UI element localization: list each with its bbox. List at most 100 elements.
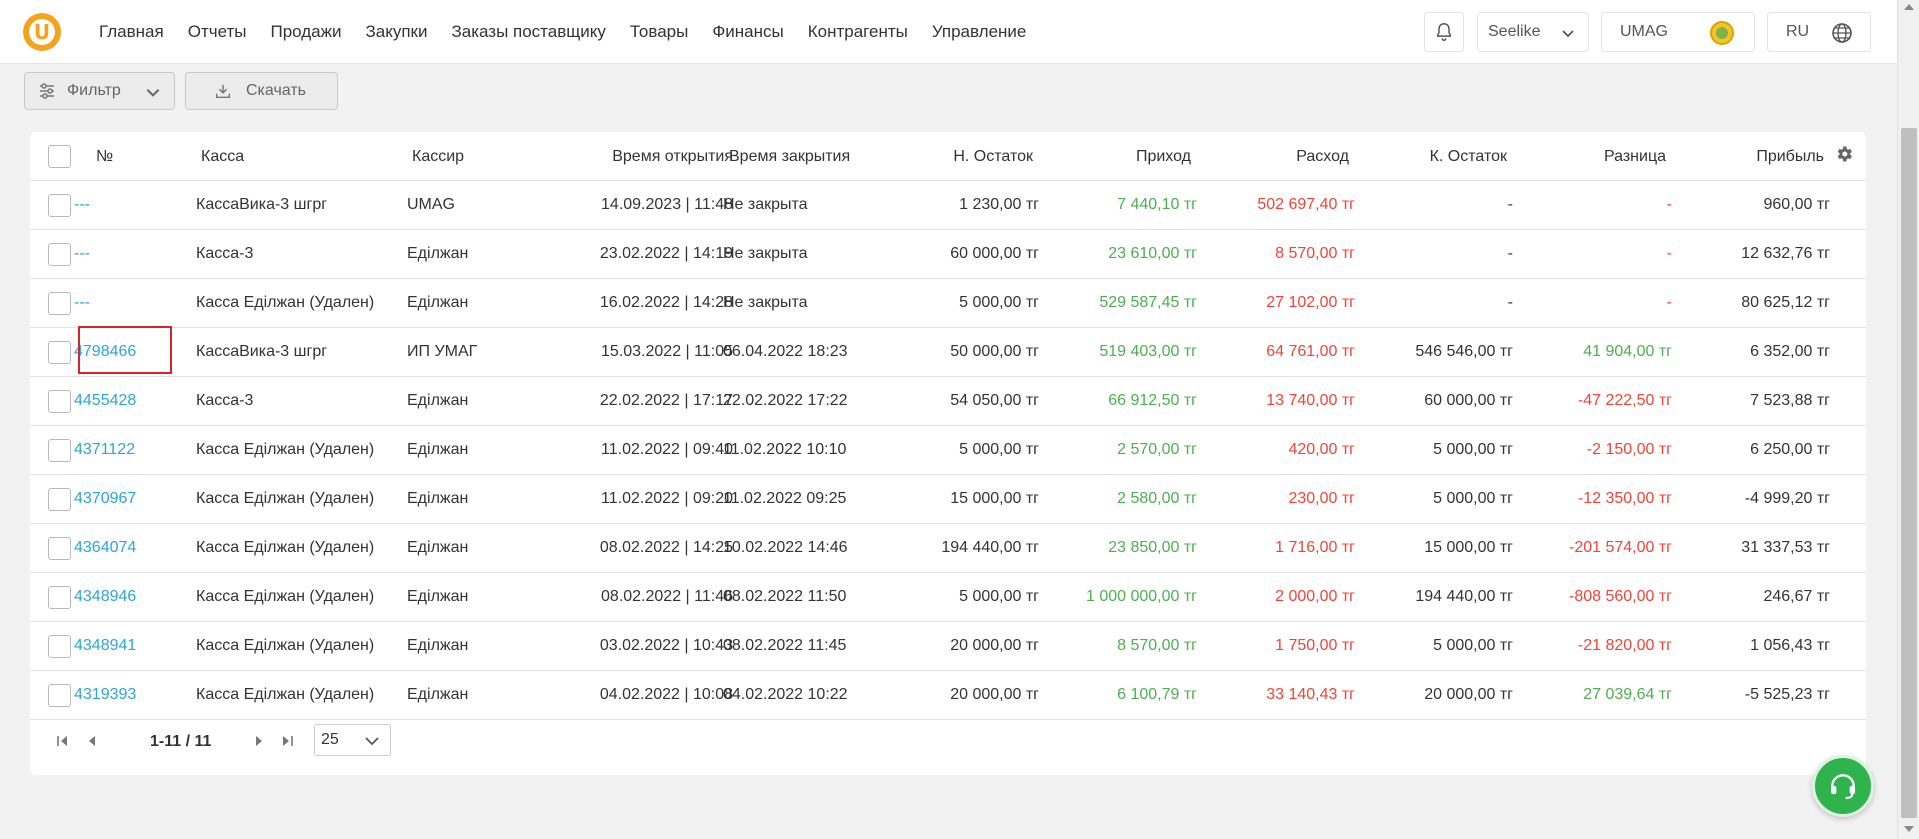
- cell-kassa: Касса Еділжан (Удален): [196, 294, 375, 311]
- row-checkbox[interactable]: [48, 194, 71, 217]
- table-header: № Касса Кассир Время открытия Время закр…: [30, 132, 1866, 181]
- col-header-start-balance[interactable]: Н. Остаток: [880, 132, 1033, 181]
- page-scrollbar[interactable]: [1897, 0, 1919, 839]
- row-checkbox[interactable]: [48, 439, 71, 462]
- nav-item-supplier-orders[interactable]: Заказы поставщику: [451, 22, 605, 42]
- cell-num[interactable]: 4319393: [74, 671, 136, 719]
- headset-icon: [1831, 774, 1855, 800]
- cell-close-time: 10.02.2022 14:46: [723, 539, 848, 556]
- table-row[interactable]: 4371122 Касса Еділжан (Удален) Еділжан 11.0…: [30, 426, 1866, 475]
- last-page-icon[interactable]: [280, 734, 294, 748]
- table-row[interactable]: --- Касса Еділжан (Удален) Еділжан 16.02.20…: [30, 279, 1866, 328]
- cell-end-balance: 5 000,00 тг: [1433, 490, 1513, 507]
- nav-item-management[interactable]: Управление: [932, 22, 1027, 42]
- cell-num[interactable]: ---: [74, 181, 90, 229]
- download-button[interactable]: Скачать: [185, 72, 338, 110]
- row-checkbox[interactable]: [48, 537, 71, 560]
- table-row[interactable]: 4364074 Касса Еділжан (Удален) Еділжан 08.0…: [30, 524, 1866, 573]
- col-header-cashier[interactable]: Кассир: [412, 132, 464, 181]
- table-row[interactable]: 4348941 Касса Еділжан (Удален) Еділжан 03.0…: [30, 622, 1866, 671]
- cell-income: 7 440,10 тг: [1117, 196, 1197, 213]
- nav-item-sales[interactable]: Продажи: [270, 22, 341, 42]
- col-header-num[interactable]: №: [96, 132, 113, 181]
- filter-button[interactable]: Фильтр: [24, 72, 175, 110]
- logo-u-icon: U: [29, 19, 55, 45]
- prev-page-icon[interactable]: [85, 734, 99, 748]
- cell-start-balance: 194 440,00 тг: [941, 539, 1039, 556]
- select-all-checkbox[interactable]: [48, 145, 71, 168]
- notifications-button[interactable]: [1424, 12, 1464, 52]
- cell-num[interactable]: 4370967: [74, 475, 136, 523]
- cell-income: 23 850,00 тг: [1108, 539, 1197, 556]
- table-row[interactable]: --- КассаВика-3 шгрг UMAG 14.09.2023 | 11:4…: [30, 181, 1866, 230]
- support-chat-button[interactable]: [1812, 755, 1874, 817]
- table-row[interactable]: 4319393 Касса Еділжан (Удален) Еділжан 04.0…: [30, 671, 1866, 720]
- org-selector[interactable]: UMAG: [1601, 12, 1755, 52]
- nav-item-finance[interactable]: Финансы: [712, 22, 783, 42]
- col-header-expense[interactable]: Расход: [1200, 132, 1349, 181]
- row-checkbox[interactable]: [48, 586, 71, 609]
- row-checkbox[interactable]: [48, 635, 71, 658]
- row-checkbox[interactable]: [48, 390, 71, 413]
- cell-end-balance: 194 440,00 тг: [1415, 588, 1513, 605]
- first-page-icon[interactable]: [56, 734, 70, 748]
- nav-item-purchases[interactable]: Закупки: [365, 22, 427, 42]
- next-page-icon[interactable]: [252, 734, 266, 748]
- cell-income: 6 100,79 тг: [1117, 686, 1197, 703]
- cell-close-time: 11.02.2022 09:25: [723, 490, 847, 507]
- cell-num[interactable]: ---: [74, 230, 90, 278]
- col-header-close-time[interactable]: Время закрытия: [729, 132, 850, 181]
- cell-expense: 8 570,00 тг: [1275, 245, 1355, 262]
- cell-profit: 246,67 тг: [1763, 588, 1830, 605]
- scroll-down-arrow[interactable]: [1904, 826, 1914, 832]
- col-header-end-balance[interactable]: К. Остаток: [1360, 132, 1507, 181]
- cell-start-balance: 1 230,00 тг: [959, 196, 1039, 213]
- cell-diff: -21 820,00 тг: [1577, 637, 1672, 654]
- nav-item-reports[interactable]: Отчеты: [188, 22, 247, 42]
- col-header-open-time[interactable]: Время открытия: [530, 132, 733, 181]
- row-checkbox[interactable]: [48, 488, 71, 511]
- row-checkbox[interactable]: [48, 243, 71, 266]
- scroll-thumb[interactable]: [1901, 128, 1917, 818]
- cell-diff: -47 222,50 тг: [1577, 392, 1672, 409]
- cell-num[interactable]: 4455428: [74, 377, 136, 425]
- cell-kassa: КассаВика-3 шгрг: [196, 343, 328, 360]
- col-header-income[interactable]: Приход: [1040, 132, 1191, 181]
- bell-icon: [1436, 23, 1452, 41]
- cell-expense: 64 761,00 тг: [1266, 343, 1355, 360]
- table-row[interactable]: --- Касса-3 Еділжан 23.02.2022 | 14:19 Не за…: [30, 230, 1866, 279]
- cell-start-balance: 15 000,00 тг: [950, 490, 1039, 507]
- col-header-kassa[interactable]: Касса: [201, 132, 244, 181]
- table-row[interactable]: 4798466 КассаВика-3 шгрг ИП УМАГ 15.03.2022…: [30, 328, 1866, 377]
- app-logo[interactable]: U: [23, 13, 61, 51]
- table-row[interactable]: 4348946 Касса Еділжан (Удален) Еділжан 08.0…: [30, 573, 1866, 622]
- per-page-select[interactable]: 25: [314, 724, 391, 756]
- table-row[interactable]: 4370967 Касса Еділжан (Удален) Еділжан 11.0…: [30, 475, 1866, 524]
- row-checkbox[interactable]: [48, 684, 71, 707]
- table-row[interactable]: 4455428 Касса-3 Еділжан 22.02.2022 | 17:17 2…: [30, 377, 1866, 426]
- cell-num[interactable]: 4348946: [74, 573, 136, 621]
- scroll-up-arrow[interactable]: [1904, 4, 1914, 10]
- download-label: Скачать: [246, 82, 306, 99]
- cell-diff: -808 560,00 тг: [1568, 588, 1672, 605]
- cell-expense: 27 102,00 тг: [1266, 294, 1355, 311]
- cell-num[interactable]: ---: [74, 279, 90, 327]
- cell-end-balance: 15 000,00 тг: [1424, 539, 1513, 556]
- cell-close-time: 04.02.2022 10:22: [723, 686, 848, 703]
- row-checkbox[interactable]: [48, 292, 71, 315]
- cell-num[interactable]: 4364074: [74, 524, 136, 572]
- cell-num[interactable]: 4371122: [74, 426, 135, 474]
- col-header-profit[interactable]: Прибыль: [1670, 132, 1824, 181]
- col-header-diff[interactable]: Разница: [1520, 132, 1666, 181]
- nav-item-products[interactable]: Товары: [630, 22, 688, 42]
- cell-close-time: 11.02.2022 10:10: [723, 441, 847, 458]
- cell-expense: 420,00 тг: [1288, 441, 1355, 458]
- gear-icon[interactable]: [1834, 144, 1854, 164]
- cell-num[interactable]: 4348941: [74, 622, 136, 670]
- language-selector[interactable]: RU: [1767, 12, 1871, 52]
- store-selector[interactable]: Seelike: [1477, 12, 1589, 52]
- row-checkbox[interactable]: [48, 341, 71, 364]
- nav-item-home[interactable]: Главная: [99, 22, 164, 42]
- cell-end-balance: 60 000,00 тг: [1424, 392, 1513, 409]
- nav-item-contractors[interactable]: Контрагенты: [808, 22, 908, 42]
